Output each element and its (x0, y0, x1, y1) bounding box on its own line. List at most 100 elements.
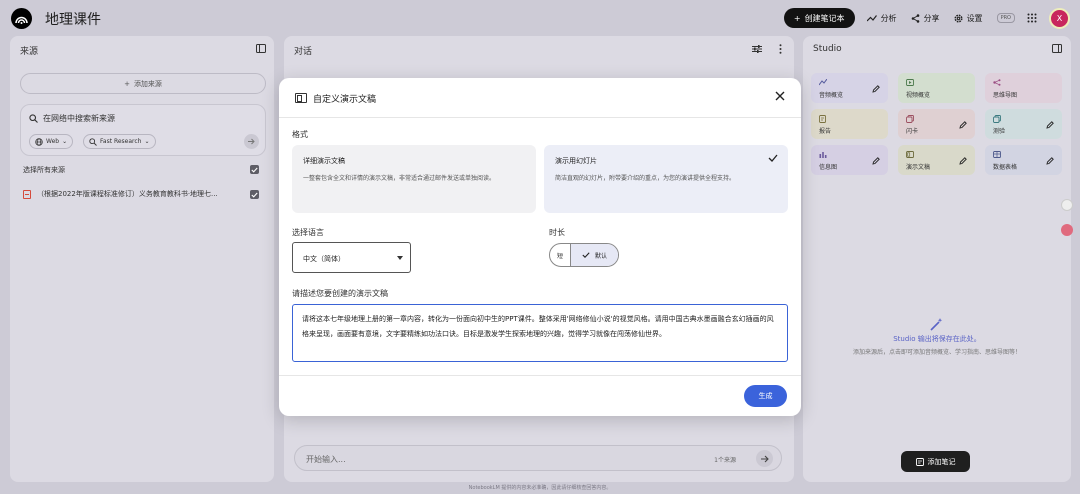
format-option-presenter[interactable]: 演示用幻灯片 简洁直观的幻灯片，附带要介绍的重点，为您的演讲提供全程支持。 (544, 145, 788, 213)
note-icon (915, 457, 924, 466)
tile-slide-deck[interactable]: 演示文稿 (898, 145, 975, 175)
add-note-button[interactable]: 添加笔记 (901, 451, 970, 472)
tile-label: 闪卡 (906, 128, 919, 135)
pro-badge: PRO (996, 13, 1015, 23)
share-button[interactable]: 分享 (911, 13, 940, 24)
slides-icon (295, 93, 307, 103)
tile-quiz[interactable]: 测验 (985, 109, 1062, 139)
create-notebook-label: 创建笔记本 (804, 13, 845, 23)
tile-audio-overview[interactable]: 音频概览 (811, 73, 888, 103)
tile-label: 视频概览 (906, 92, 931, 99)
language-select[interactable]: 中文（简体） (292, 242, 411, 273)
web-search-input[interactable]: 在网络中搜索新来源 (43, 113, 115, 124)
send-button[interactable] (756, 450, 773, 467)
tile-label: 音频概览 (819, 92, 844, 99)
tile-report[interactable]: 报告 (811, 109, 888, 139)
fast-research-label: Fast Research (100, 138, 142, 145)
arrow-right-icon (248, 138, 255, 145)
select-all-checkbox[interactable] (250, 165, 259, 174)
tile-data-table[interactable]: 数据表格 (985, 145, 1062, 175)
dialog-divider (279, 375, 801, 376)
tile-label: 思维导图 (993, 92, 1018, 99)
edit-pencil-icon[interactable] (869, 82, 882, 95)
describe-label: 请描述您要创建的演示文稿 (292, 289, 388, 298)
generate-button[interactable]: 生成 (744, 385, 787, 407)
length-short-option[interactable]: 短 (550, 244, 571, 266)
settings-label: 设置 (966, 13, 983, 23)
chevron-down-icon: ⌄ (62, 138, 68, 145)
studio-panel: Studio 音频概览 视频概览 思维导图 报告 闪卡 测验 信息图 演示文稿 (803, 36, 1071, 482)
source-item-label: （根据2022年版课程标准修订）义务教育教科书·地理七... (37, 190, 218, 198)
top-bar: 地理课件 + 创建笔记本 分析 分享 设置 PRO X (0, 0, 1080, 36)
slides-icon (906, 151, 914, 158)
edit-pencil-icon[interactable] (1043, 118, 1056, 131)
tile-flashcards[interactable]: 闪卡 (898, 109, 975, 139)
tile-label: 测验 (993, 128, 1006, 135)
gear-icon (954, 13, 963, 23)
web-chip-label: Web (46, 138, 60, 145)
plus-icon: + (793, 13, 801, 23)
video-icon (906, 79, 914, 86)
edit-pencil-icon[interactable] (869, 154, 882, 167)
create-notebook-button[interactable]: + 创建笔记本 (783, 8, 855, 28)
avatar[interactable]: X (1049, 7, 1070, 29)
report-icon (819, 115, 826, 123)
tune-icon[interactable] (752, 45, 762, 53)
tile-mind-map[interactable]: 思维导图 (985, 73, 1062, 103)
customize-slides-dialog: 自定义演示文稿 格式 详细演示文稿 一整套包含全文和详情的演示文稿，非常适合通过… (279, 78, 801, 416)
collapse-panel-icon[interactable] (1052, 44, 1062, 53)
format-option-desc: 一整套包含全文和详情的演示文稿，非常适合通过邮件发送或单独阅读。 (303, 175, 496, 182)
edit-pencil-icon[interactable] (1043, 154, 1056, 167)
pdf-icon (23, 189, 31, 199)
web-search-box: 在网络中搜索新来源 Web ⌄ Fast Research ⌄ (20, 104, 266, 156)
source-checkbox[interactable] (250, 190, 259, 199)
close-icon[interactable] (775, 91, 785, 101)
chat-title: 对话 (294, 47, 313, 57)
apps-grid-icon[interactable] (1027, 13, 1037, 23)
app-logo-icon[interactable] (11, 8, 32, 29)
chat-input-bar: 开始输入... 1个来源 (294, 445, 782, 471)
format-option-detailed[interactable]: 详细演示文稿 一整套包含全文和详情的演示文稿，非常适合通过邮件发送或单独阅读。 (292, 145, 536, 213)
notebook-title[interactable]: 地理课件 (45, 9, 101, 29)
check-icon (251, 167, 258, 173)
quiz-icon (993, 115, 1001, 123)
edit-pencil-icon[interactable] (956, 154, 969, 167)
studio-title: Studio (813, 44, 842, 54)
tile-video-overview[interactable]: 视频概览 (898, 73, 975, 103)
sources-title: 来源 (20, 47, 39, 57)
description-textarea[interactable]: 请将这本七年级地理上册的第一章内容，转化为一份面向初中生的PPT课件。整体采用'… (292, 304, 788, 362)
check-icon (768, 154, 778, 162)
floating-plugin-icon[interactable] (1061, 224, 1073, 236)
add-source-button[interactable]: + 添加来源 (20, 73, 266, 94)
globe-icon (35, 137, 43, 146)
language-label: 选择语言 (292, 228, 324, 237)
flashcards-icon (906, 115, 914, 123)
check-icon (251, 192, 258, 198)
more-vert-icon[interactable] (779, 44, 782, 54)
analyze-button[interactable]: 分析 (866, 13, 897, 24)
studio-empty-subtitle: 添加来源后，点击即可添加音频概览、学习指南、思维导图等！ (852, 349, 1021, 356)
chat-input[interactable]: 开始输入... (306, 454, 346, 465)
web-chip[interactable]: Web ⌄ (29, 134, 74, 149)
format-option-title: 演示用幻灯片 (555, 157, 597, 165)
tile-label: 演示文稿 (906, 164, 931, 171)
sources-panel: 来源 + 添加来源 在网络中搜索新来源 Web ⌄ Fast Research … (10, 36, 274, 482)
share-label: 分享 (923, 13, 940, 23)
length-default-option[interactable]: 默认 (571, 244, 618, 266)
chevron-down-icon: ⌄ (144, 138, 150, 145)
add-source-label: 添加来源 (133, 79, 162, 88)
bar-chart-icon (819, 152, 827, 158)
floating-helper-icon[interactable] (1061, 199, 1073, 211)
collapse-panel-icon[interactable] (256, 44, 266, 53)
settings-button[interactable]: 设置 (954, 13, 983, 24)
analyze-label: 分析 (880, 13, 897, 23)
source-list-item[interactable]: （根据2022年版课程标准修订）义务教育教科书·地理七... (23, 189, 218, 199)
tile-infographic[interactable]: 信息图 (811, 145, 888, 175)
length-label: 时长 (549, 228, 565, 237)
tile-label: 信息图 (819, 164, 838, 171)
edit-pencil-icon[interactable] (956, 118, 969, 131)
dropdown-caret-icon (397, 256, 403, 260)
search-submit-button[interactable] (244, 134, 259, 149)
fast-research-chip[interactable]: Fast Research ⌄ (83, 134, 156, 149)
add-note-label: 添加笔记 (927, 457, 956, 466)
